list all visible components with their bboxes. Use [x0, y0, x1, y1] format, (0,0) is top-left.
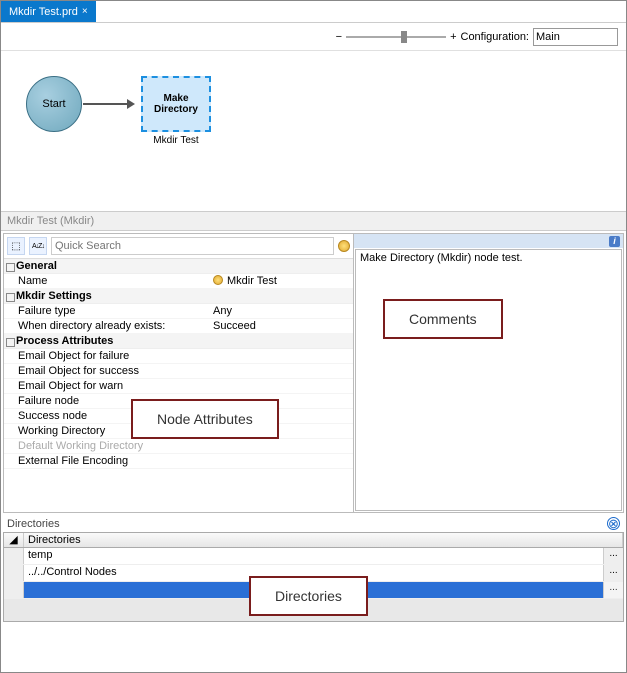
zoom-plus-icon[interactable]: + [450, 31, 456, 43]
directories-cell[interactable] [24, 582, 603, 598]
selected-node-label: Mkdir Test (Mkdir) [1, 211, 626, 231]
directories-footer [4, 599, 623, 621]
category-general[interactable]: General [4, 259, 353, 274]
info-strip: i [354, 234, 623, 248]
directories-section: Directories ⊗ ◢ Directories temp ... ../… [3, 515, 624, 622]
directories-title: Directories [7, 518, 60, 530]
attributes-panel: ⬚ A↓Z↓ General Name Mkdir Test Mkdir Set… [4, 234, 354, 512]
prop-failure-type[interactable]: Failure type Any [4, 304, 353, 319]
configuration-select[interactable] [533, 28, 618, 46]
zoom-minus-icon[interactable]: − [336, 31, 342, 43]
category-process-attributes[interactable]: Process Attributes [4, 334, 353, 349]
prop-failure-node[interactable]: Failure node [4, 394, 353, 409]
row-handle[interactable] [4, 582, 24, 598]
directories-table-head: ◢ Directories [4, 533, 623, 548]
directories-row[interactable]: ... [4, 582, 623, 599]
tab-bar: Mkdir Test.prd × [1, 1, 626, 23]
browse-button[interactable]: ... [603, 582, 623, 598]
mkdir-node-caption: Mkdir Test [141, 135, 211, 146]
directories-row[interactable]: temp ... [4, 548, 623, 565]
directories-close-icon[interactable]: ⊗ [607, 517, 620, 530]
help-icon[interactable] [338, 240, 350, 252]
info-icon[interactable]: i [609, 236, 620, 247]
category-mkdir-settings[interactable]: Mkdir Settings [4, 289, 353, 304]
tab-title: Mkdir Test.prd [9, 6, 78, 18]
start-node-label: Start [42, 98, 65, 110]
configuration-label: Configuration: [461, 31, 530, 43]
categorize-button[interactable]: ⬚ [7, 237, 25, 255]
close-icon[interactable]: × [82, 6, 88, 17]
middle-row: ⬚ A↓Z↓ General Name Mkdir Test Mkdir Set… [3, 233, 624, 513]
directories-handle-icon[interactable]: ◢ [4, 533, 24, 547]
directories-cell[interactable]: temp [24, 548, 603, 564]
quick-search-input[interactable] [51, 237, 334, 255]
prop-success-node[interactable]: Success node [4, 409, 353, 424]
prop-when-exists[interactable]: When directory already exists: Succeed [4, 319, 353, 334]
mkdir-node-label-1: Make [163, 93, 188, 104]
directories-column-header[interactable]: Directories [24, 533, 623, 547]
flow-arrow [83, 103, 133, 105]
prop-external-encoding[interactable]: External File Encoding [4, 454, 353, 469]
comments-panel: i Make Directory (Mkdir) node test. [354, 234, 623, 512]
browse-button[interactable]: ... [603, 565, 623, 581]
comments-textarea[interactable]: Make Directory (Mkdir) node test. [355, 249, 622, 511]
browse-button[interactable]: ... [603, 548, 623, 564]
zoom-slider[interactable] [346, 36, 446, 38]
sort-az-button[interactable]: A↓Z↓ [29, 237, 47, 255]
row-handle[interactable] [4, 565, 24, 581]
prop-default-working-directory: Default Working Directory [4, 439, 353, 454]
toolbar: − + Configuration: [1, 23, 626, 51]
tab-active[interactable]: Mkdir Test.prd × [1, 1, 96, 22]
prop-email-warn[interactable]: Email Object for warn [4, 379, 353, 394]
name-help-icon [213, 275, 223, 285]
mkdir-node[interactable]: Make Directory [141, 76, 211, 132]
zoom-thumb[interactable] [401, 31, 407, 43]
prop-name[interactable]: Name Mkdir Test [4, 274, 353, 289]
row-handle[interactable] [4, 548, 24, 564]
prop-email-success[interactable]: Email Object for success [4, 364, 353, 379]
directories-header: Directories ⊗ [3, 515, 624, 532]
attributes-toolbar: ⬚ A↓Z↓ [4, 234, 353, 259]
flow-canvas[interactable]: Start Make Directory Mkdir Test [1, 51, 626, 211]
prop-email-failure[interactable]: Email Object for failure [4, 349, 353, 364]
mkdir-node-label-2: Directory [154, 104, 198, 115]
start-node[interactable]: Start [26, 76, 82, 132]
property-grid[interactable]: General Name Mkdir Test Mkdir Settings F… [4, 259, 353, 512]
prop-working-directory[interactable]: Working Directory [4, 424, 353, 439]
directories-row[interactable]: ../../Control Nodes ... [4, 565, 623, 582]
directories-cell[interactable]: ../../Control Nodes [24, 565, 603, 581]
directories-table: ◢ Directories temp ... ../../Control Nod… [3, 532, 624, 622]
